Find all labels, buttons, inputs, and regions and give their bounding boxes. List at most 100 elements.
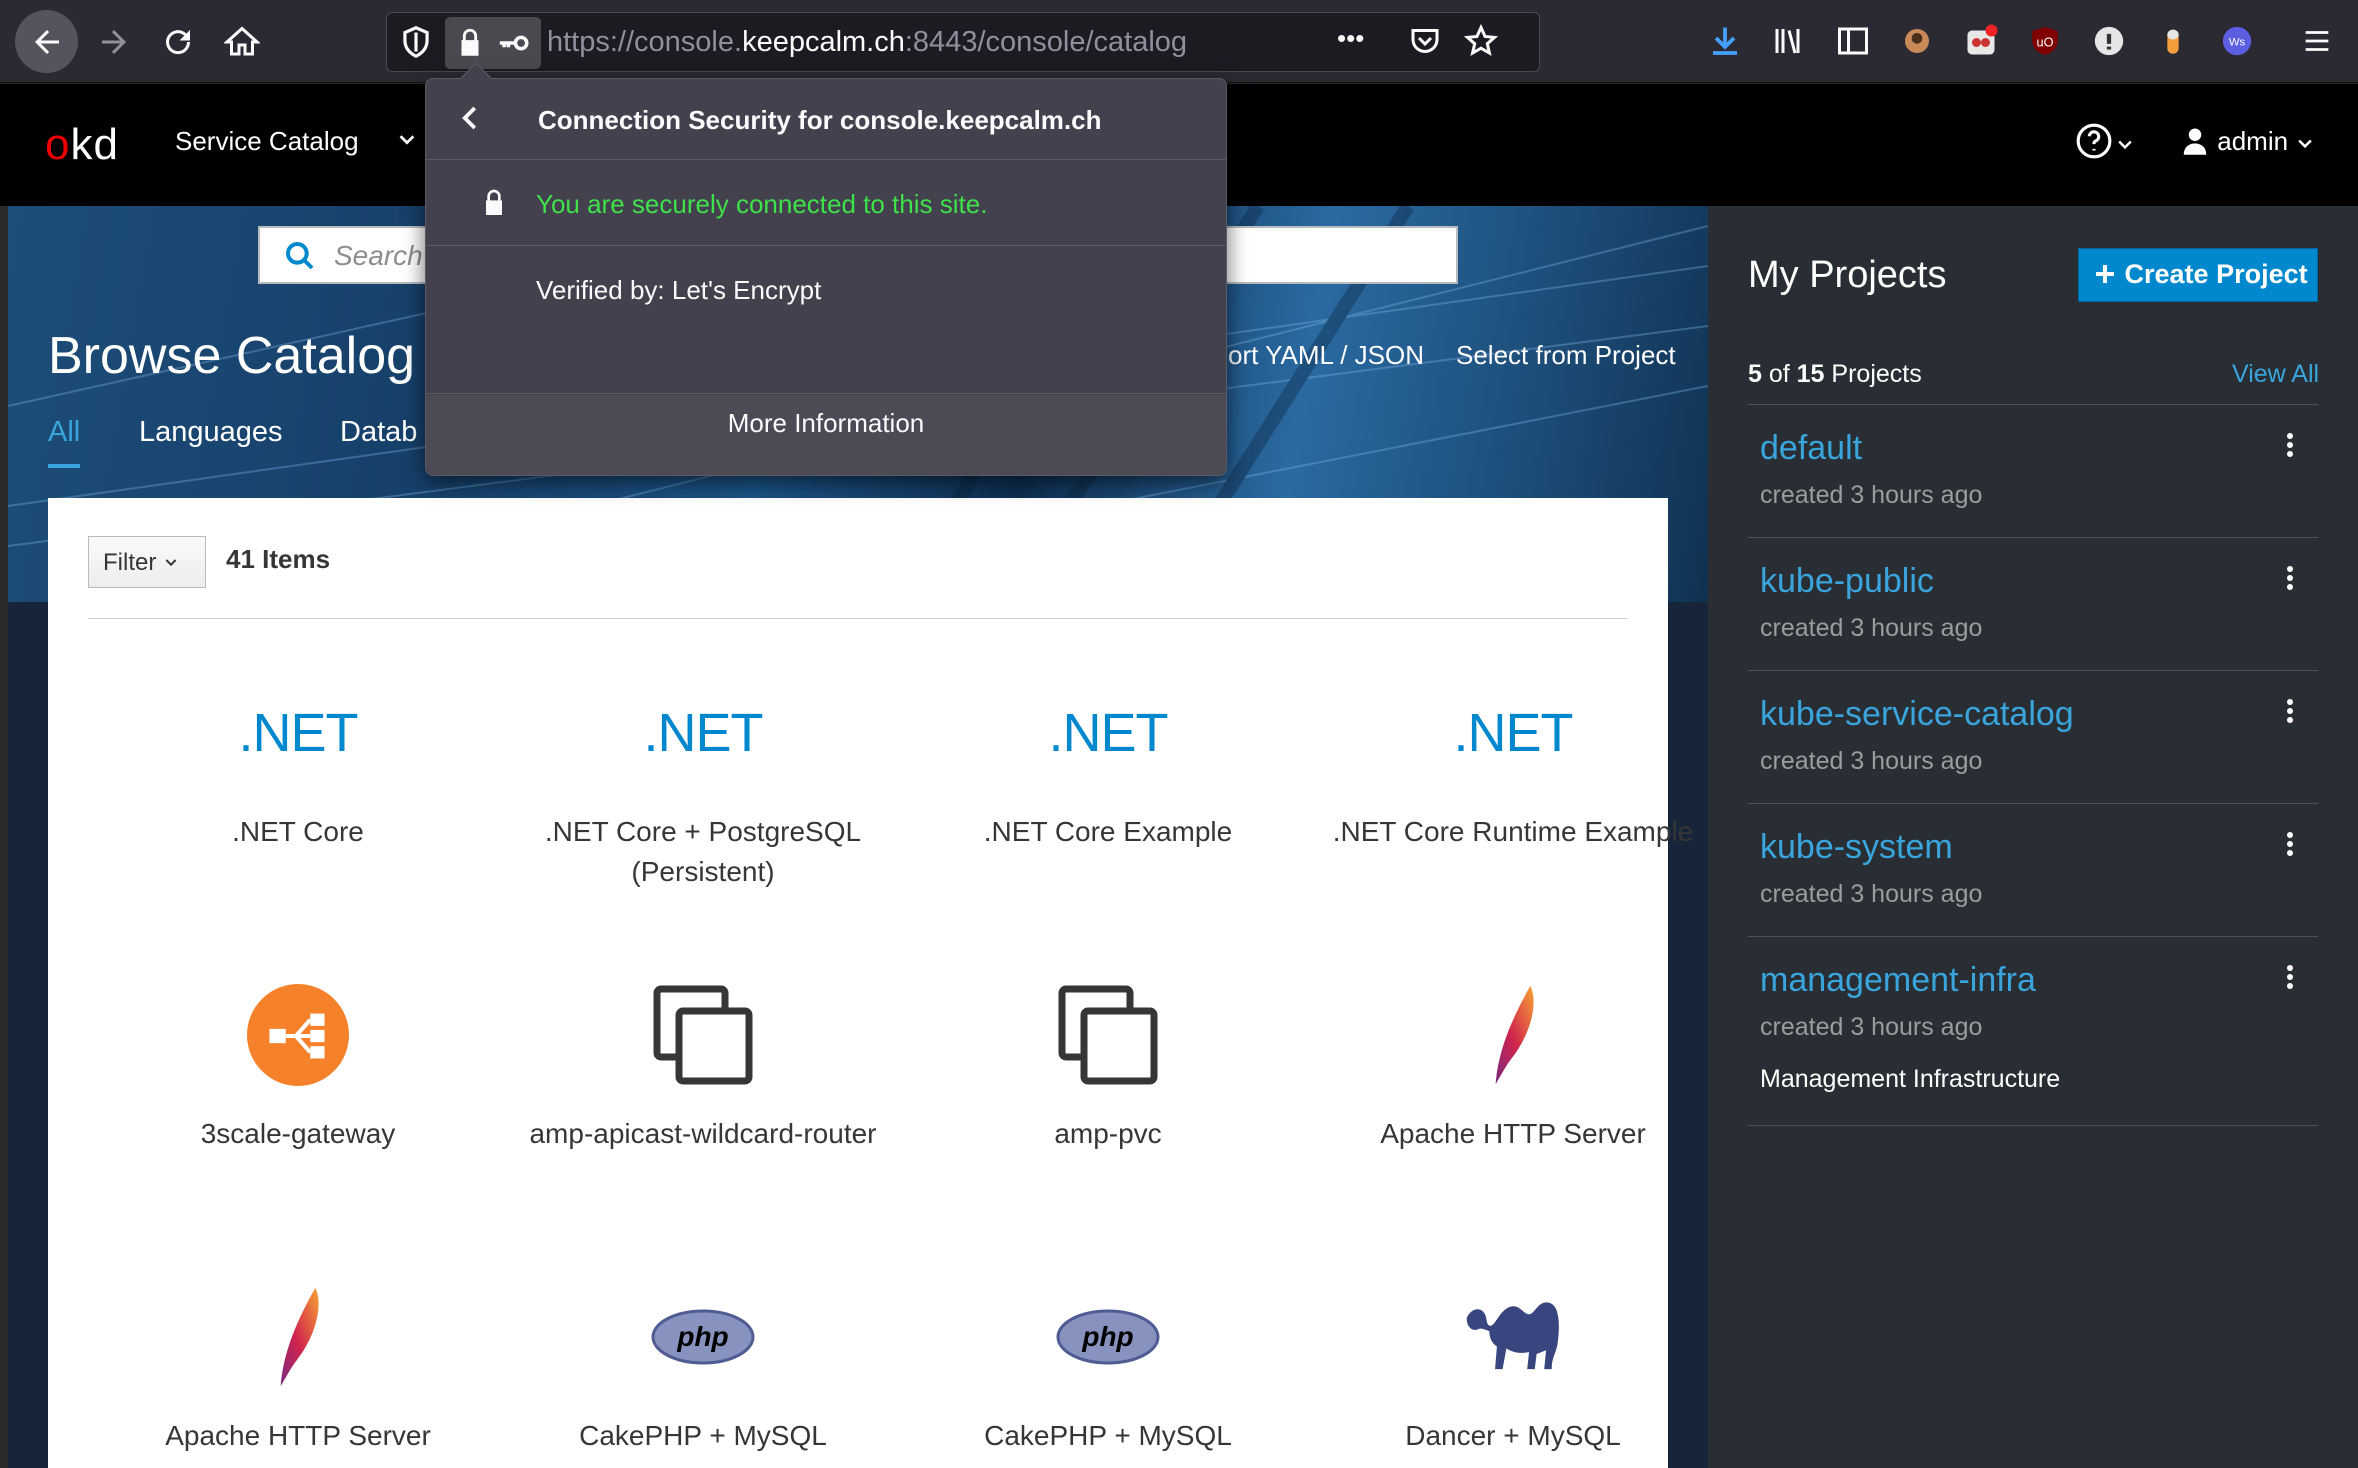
catalog-item[interactable]: amp-pvc bbox=[908, 980, 1308, 1154]
create-project-button[interactable]: Create Project bbox=[2078, 248, 2318, 302]
ublock-origin-icon[interactable]: uO bbox=[2022, 18, 2068, 64]
catalog-item[interactable]: .NET .NET Core + PostgreSQL (Persistent) bbox=[503, 678, 903, 892]
copy-icon bbox=[908, 980, 1308, 1090]
catalog-item[interactable]: amp-apicast-wildcard-router bbox=[503, 980, 903, 1154]
items-count: 41 Items bbox=[226, 544, 331, 574]
dotnet-icon: .NET bbox=[1048, 703, 1168, 763]
catalog-item-name: .NET Core Runtime Example bbox=[1332, 816, 1694, 847]
catalog-item[interactable]: php CakePHP + MySQL bbox=[908, 1282, 1308, 1456]
divider bbox=[426, 393, 1226, 394]
projects-count: 5 of 15 Projects bbox=[1748, 360, 1922, 388]
dotnet-icon: .NET bbox=[1453, 703, 1573, 763]
kebab-menu-icon[interactable] bbox=[2284, 965, 2296, 995]
browser-toolbar: https://console.keepcalm.ch:8443/console… bbox=[0, 0, 2358, 83]
help-icon bbox=[2076, 123, 2112, 159]
catalog-item-name: amp-pvc bbox=[1054, 1118, 1162, 1149]
extension-badge-icon[interactable] bbox=[1958, 18, 2004, 64]
library-icon[interactable] bbox=[1766, 18, 1812, 64]
filter-button[interactable]: Filter bbox=[88, 536, 206, 588]
catalog-item-name: 3scale-gateway bbox=[200, 1118, 396, 1149]
chevron-down-icon[interactable] bbox=[396, 128, 418, 157]
tab-databases[interactable]: Datab bbox=[340, 416, 417, 449]
url-text[interactable]: https://console.keepcalm.ch:8443/console… bbox=[547, 13, 1187, 71]
catalog-item[interactable]: .NET .NET Core bbox=[98, 678, 498, 852]
catalog-item[interactable]: .NET .NET Core Example bbox=[908, 678, 1308, 852]
svg-text:php: php bbox=[676, 1321, 728, 1352]
catalog-item[interactable]: 3scale-gateway bbox=[98, 980, 498, 1154]
extension-avatar-icon[interactable] bbox=[1894, 18, 1940, 64]
catalog-item[interactable]: Dancer + MySQL bbox=[1313, 1282, 1708, 1456]
tab-languages[interactable]: Languages bbox=[139, 416, 283, 449]
downloads-icon[interactable] bbox=[1702, 18, 1748, 64]
ws-extension-icon[interactable]: Ws bbox=[2214, 18, 2260, 64]
project-description: Management Infrastructure bbox=[1760, 1065, 2061, 1093]
more-information-button[interactable]: More Information bbox=[426, 395, 1226, 475]
back-button[interactable] bbox=[15, 10, 78, 73]
copy-icon bbox=[503, 980, 903, 1090]
import-yaml-link[interactable]: ort YAML / JSON bbox=[1228, 340, 1424, 371]
hamburger-menu-icon[interactable] bbox=[2294, 18, 2340, 64]
catalog-item[interactable]: Apache HTTP Server bbox=[1313, 980, 1708, 1154]
catalog-item-name: amp-apicast-wildcard-router bbox=[529, 1118, 877, 1149]
sidebar-title: My Projects bbox=[1748, 254, 1947, 296]
catalog-item-name: CakePHP + MySQL bbox=[984, 1420, 1232, 1451]
svg-text:uO: uO bbox=[2036, 35, 2053, 50]
kebab-menu-icon[interactable] bbox=[2284, 566, 2296, 596]
project-item[interactable]: kube-system created 3 hours ago bbox=[1748, 803, 2318, 936]
pocket-icon[interactable] bbox=[1407, 23, 1443, 64]
catalog-panel: Filter 41 Items .NET .NET Core .NET .NET… bbox=[48, 498, 1693, 1468]
divider bbox=[426, 245, 1226, 246]
service-catalog-nav[interactable]: Service Catalog bbox=[175, 126, 359, 157]
project-item[interactable]: management-infra created 3 hours ago Man… bbox=[1748, 936, 2318, 1126]
user-icon bbox=[2183, 128, 2207, 155]
url-bar[interactable]: https://console.keepcalm.ch:8443/console… bbox=[386, 12, 1540, 72]
chevron-down-icon bbox=[165, 559, 177, 567]
catalog-item[interactable]: Apache HTTP Server bbox=[98, 1282, 498, 1456]
catalog-item-name: .NET Core + PostgreSQL (Persistent) bbox=[544, 816, 862, 887]
reload-button[interactable] bbox=[148, 12, 208, 72]
lock-icon bbox=[478, 187, 510, 224]
secure-connection-message: You are securely connected to this site. bbox=[536, 189, 988, 219]
project-item[interactable]: kube-public created 3 hours ago bbox=[1748, 537, 2318, 670]
project-created: created 3 hours ago bbox=[1760, 1013, 1983, 1041]
info-extension-icon[interactable] bbox=[2086, 18, 2132, 64]
arrow-left-icon bbox=[34, 29, 59, 54]
active-tab-indicator bbox=[48, 464, 80, 468]
catalog-item-name: Apache HTTP Server bbox=[1380, 1118, 1646, 1149]
project-name-link[interactable]: kube-service-catalog bbox=[1760, 695, 2074, 734]
popup-back-button[interactable] bbox=[456, 103, 486, 138]
lock-icon bbox=[461, 28, 479, 56]
page-actions-icon[interactable]: ••• bbox=[1337, 23, 1364, 54]
project-item[interactable]: kube-service-catalog created 3 hours ago bbox=[1748, 670, 2318, 803]
view-all-link[interactable]: View All bbox=[2232, 360, 2319, 389]
key-icon bbox=[499, 35, 529, 51]
project-name-link[interactable]: management-infra bbox=[1760, 961, 2036, 1000]
bookmark-star-icon[interactable] bbox=[1463, 23, 1499, 64]
kebab-menu-icon[interactable] bbox=[2284, 832, 2296, 862]
tracking-shield-icon[interactable] bbox=[397, 23, 435, 61]
bottle-extension-icon[interactable] bbox=[2150, 18, 2196, 64]
help-menu[interactable] bbox=[2075, 122, 2139, 162]
username: admin bbox=[2217, 126, 2289, 156]
site-identity-button[interactable] bbox=[445, 17, 541, 69]
select-from-project-link[interactable]: Select from Project bbox=[1456, 340, 1676, 371]
okd-logo[interactable]: okd bbox=[45, 120, 119, 170]
tab-all[interactable]: All bbox=[48, 416, 80, 449]
forward-button[interactable] bbox=[84, 12, 144, 72]
kebab-menu-icon[interactable] bbox=[2284, 699, 2296, 729]
project-name-link[interactable]: kube-system bbox=[1760, 828, 1953, 867]
user-menu[interactable]: admin bbox=[2180, 126, 2315, 157]
svg-text:php: php bbox=[1081, 1321, 1133, 1352]
chevron-down-icon bbox=[2298, 139, 2313, 149]
perl-camel-icon bbox=[1313, 1282, 1708, 1392]
verified-by: Verified by: Let's Encrypt bbox=[536, 275, 822, 305]
kebab-menu-icon[interactable] bbox=[2284, 433, 2296, 463]
catalog-item[interactable]: php CakePHP + MySQL bbox=[503, 1282, 903, 1456]
project-item[interactable]: default created 3 hours ago bbox=[1748, 404, 2318, 537]
project-name-link[interactable]: default bbox=[1760, 429, 1862, 468]
popup-title: Connection Security for console.keepcalm… bbox=[538, 105, 1102, 135]
home-button[interactable] bbox=[212, 12, 272, 72]
project-name-link[interactable]: kube-public bbox=[1760, 562, 1934, 601]
catalog-item[interactable]: .NET .NET Core Runtime Example bbox=[1313, 678, 1708, 852]
sidebar-toggle-icon[interactable] bbox=[1830, 18, 1876, 64]
